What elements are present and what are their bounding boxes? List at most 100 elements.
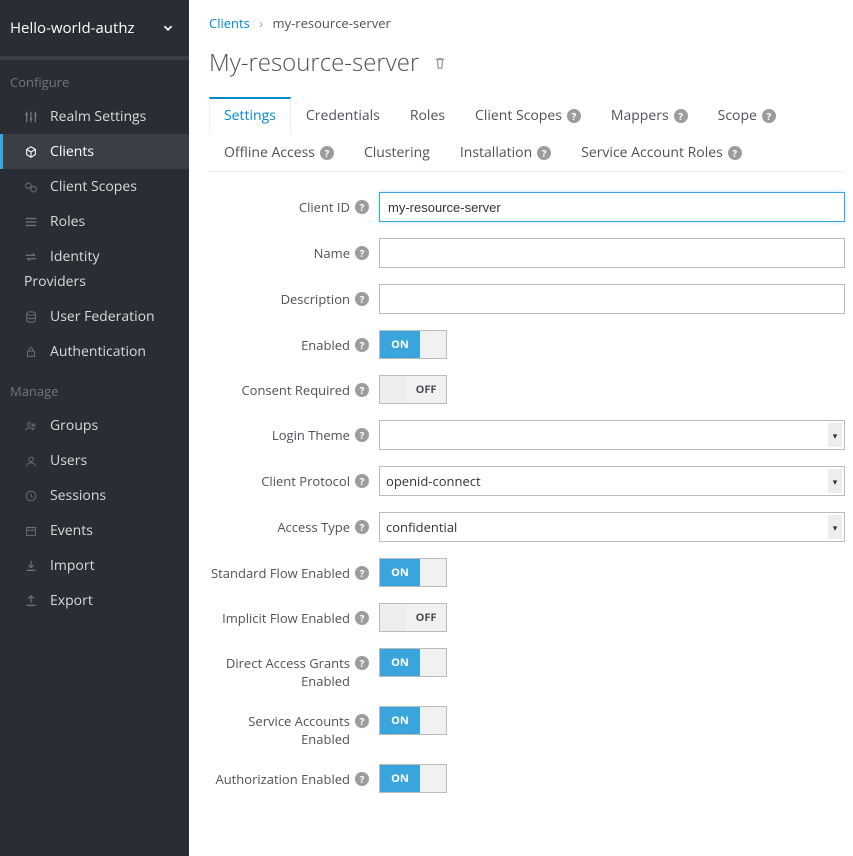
access-type-label: Access Type (277, 518, 350, 536)
help-icon[interactable]: ? (355, 656, 369, 670)
access-type-select[interactable]: confidential▾ (379, 512, 845, 542)
help-icon: ? (537, 146, 551, 160)
help-icon: ? (762, 109, 776, 123)
enabled-label: Enabled (301, 336, 350, 354)
service-accounts-label: Service Accounts Enabled (209, 712, 350, 748)
enabled-toggle[interactable]: ON (379, 330, 447, 359)
implicit-flow-toggle[interactable]: OFF (379, 603, 447, 632)
name-label: Name (314, 244, 350, 262)
sidebar-item-identity-providers[interactable]: Identity (0, 239, 189, 274)
help-icon[interactable]: ? (355, 338, 369, 352)
direct-access-toggle[interactable]: ON (379, 648, 447, 677)
help-icon[interactable]: ? (355, 611, 369, 625)
client-protocol-select[interactable]: openid-connect▾ (379, 466, 845, 496)
sidebar-item-export[interactable]: Export (0, 583, 189, 618)
users-icon (24, 419, 50, 433)
help-icon[interactable]: ? (355, 566, 369, 580)
description-input[interactable] (379, 284, 845, 314)
clock-icon (24, 489, 50, 503)
help-icon[interactable]: ? (355, 714, 369, 728)
section-configure: Configure (0, 60, 189, 99)
page-title-text: My-resource-server (209, 46, 419, 79)
help-icon: ? (728, 146, 742, 160)
client-id-input[interactable] (379, 192, 845, 222)
sidebar-item-users[interactable]: Users (0, 443, 189, 478)
help-icon[interactable]: ? (355, 772, 369, 786)
tab-installation[interactable]: Installation? (445, 134, 566, 171)
realm-name: Hello-world-authz (10, 18, 135, 38)
direct-access-label: Direct Access Grants Enabled (209, 654, 350, 690)
sidebar: Hello-world-authz Configure Realm Settin… (0, 0, 189, 856)
name-input[interactable] (379, 238, 845, 268)
sidebar-item-sessions[interactable]: Sessions (0, 478, 189, 513)
breadcrumb-separator: › (253, 14, 269, 32)
sidebar-item-label: Identity (50, 247, 99, 266)
sliders-icon (24, 110, 50, 124)
sidebar-item-label: Sessions (50, 486, 106, 505)
export-icon (24, 594, 50, 608)
calendar-icon (24, 524, 50, 538)
help-icon[interactable]: ? (355, 383, 369, 397)
authorization-toggle[interactable]: ON (379, 764, 447, 793)
help-icon: ? (320, 146, 334, 160)
help-icon: ? (567, 109, 581, 123)
import-icon (24, 559, 50, 573)
service-accounts-toggle[interactable]: ON (379, 706, 447, 735)
trash-icon[interactable] (433, 56, 447, 70)
tab-clustering[interactable]: Clustering (349, 134, 445, 171)
sidebar-item-label: Authentication (50, 342, 146, 361)
dropdown-arrow-icon: ▾ (828, 515, 842, 539)
sidebar-item-label: Clients (50, 142, 94, 161)
cubes-icon (24, 180, 50, 194)
tab-roles[interactable]: Roles (395, 97, 460, 134)
sidebar-item-label: Events (50, 521, 93, 540)
consent-required-toggle[interactable]: OFF (379, 375, 447, 404)
login-theme-select[interactable]: ▾ (379, 420, 845, 450)
implicit-flow-label: Implicit Flow Enabled (222, 609, 350, 627)
help-icon[interactable]: ? (355, 292, 369, 306)
sidebar-item-label: User Federation (50, 307, 155, 326)
sidebar-item-label: Users (50, 451, 87, 470)
breadcrumb: Clients › my-resource-server (209, 14, 845, 32)
help-icon[interactable]: ? (355, 200, 369, 214)
breadcrumb-root[interactable]: Clients (209, 14, 250, 32)
tab-credentials[interactable]: Credentials (291, 97, 395, 134)
help-icon[interactable]: ? (355, 428, 369, 442)
page-title: My-resource-server (209, 46, 845, 79)
tab-settings[interactable]: Settings (209, 97, 291, 134)
sidebar-item-authentication[interactable]: Authentication (0, 334, 189, 369)
standard-flow-toggle[interactable]: ON (379, 558, 447, 587)
client-protocol-label: Client Protocol (261, 472, 350, 490)
sidebar-item-label: Roles (50, 212, 85, 231)
chevron-down-icon (161, 21, 175, 35)
tab-service-account-roles[interactable]: Service Account Roles? (566, 134, 757, 171)
cube-icon (24, 145, 50, 159)
sidebar-item-client-scopes[interactable]: Client Scopes (0, 169, 189, 204)
realm-selector[interactable]: Hello-world-authz (0, 0, 189, 56)
help-icon: ? (674, 109, 688, 123)
sidebar-item-import[interactable]: Import (0, 548, 189, 583)
sidebar-item-clients[interactable]: Clients (0, 134, 189, 169)
tabs: Settings Credentials Roles Client Scopes… (209, 97, 845, 172)
login-theme-label: Login Theme (272, 426, 350, 444)
sidebar-item-realm-settings[interactable]: Realm Settings (0, 99, 189, 134)
sidebar-item-events[interactable]: Events (0, 513, 189, 548)
sidebar-item-groups[interactable]: Groups (0, 408, 189, 443)
tab-scope[interactable]: Scope? (703, 97, 791, 134)
settings-form: Client ID? Name? Description? Enabled? O… (209, 192, 845, 793)
sidebar-item-label: Realm Settings (50, 107, 146, 126)
database-icon (24, 310, 50, 324)
sidebar-item-label: Groups (50, 416, 98, 435)
tab-offline-access[interactable]: Offline Access? (209, 134, 349, 171)
consent-required-label: Consent Required (241, 381, 350, 399)
help-icon[interactable]: ? (355, 474, 369, 488)
help-icon[interactable]: ? (355, 520, 369, 534)
tab-mappers[interactable]: Mappers? (596, 97, 703, 134)
dropdown-arrow-icon: ▾ (828, 469, 842, 493)
sidebar-item-roles[interactable]: Roles (0, 204, 189, 239)
authorization-label: Authorization Enabled (215, 770, 350, 788)
sidebar-item-user-federation[interactable]: User Federation (0, 299, 189, 334)
tab-client-scopes[interactable]: Client Scopes? (460, 97, 596, 134)
help-icon[interactable]: ? (355, 246, 369, 260)
sidebar-item-label: Client Scopes (50, 177, 137, 196)
